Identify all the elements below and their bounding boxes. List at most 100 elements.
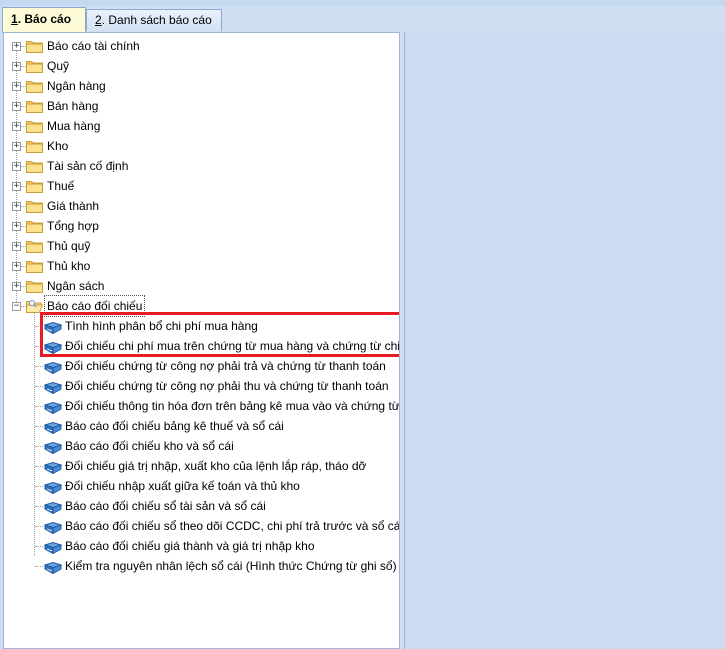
report-item[interactable]: Báo cáo đối chiếu kho và sổ cái bbox=[4, 436, 399, 456]
tree-folder[interactable]: + Báo cáo tài chính bbox=[4, 36, 399, 56]
report-item[interactable]: Đối chiếu giá trị nhập, xuất kho của lện… bbox=[4, 456, 399, 476]
tree-branch-line bbox=[35, 406, 43, 407]
tree-folder[interactable]: + Tài sản cố định bbox=[4, 156, 399, 176]
tree-folder[interactable]: + Mua hàng bbox=[4, 116, 399, 136]
tree-folder-label: Bán hàng bbox=[47, 99, 99, 113]
tree-branch-line bbox=[35, 326, 43, 327]
report-item-label: Báo cáo đối chiếu sổ tài sản và sổ cái bbox=[65, 499, 266, 513]
expand-icon[interactable]: + bbox=[12, 82, 21, 91]
expand-icon[interactable]: + bbox=[12, 122, 21, 131]
report-book-icon bbox=[43, 440, 63, 455]
tree-folder-label: Ngân hàng bbox=[47, 79, 106, 93]
expand-icon[interactable]: + bbox=[12, 222, 21, 231]
tree-folder-label: Thủ quỹ bbox=[47, 239, 91, 253]
tab-bao-cao-label: . Báo cáo bbox=[17, 12, 72, 26]
tree-branch-line bbox=[35, 446, 43, 447]
report-item[interactable]: Đối chiếu chi phí mua trên chứng từ mua … bbox=[4, 336, 399, 356]
folder-icon bbox=[26, 59, 43, 73]
tree-branch-line bbox=[35, 426, 43, 427]
tree-branch-line bbox=[35, 486, 43, 487]
report-item[interactable]: Báo cáo đối chiếu sổ tài sản và sổ cái bbox=[4, 496, 399, 516]
report-item[interactable]: Báo cáo đối chiếu giá thành và giá trị n… bbox=[4, 536, 399, 556]
report-item-label: Báo cáo đối chiếu giá thành và giá trị n… bbox=[65, 539, 315, 553]
report-item-label: Kiểm tra nguyên nhân lệch sổ cái (Hình t… bbox=[65, 559, 397, 573]
folder-icon bbox=[26, 179, 43, 193]
report-book-icon bbox=[43, 400, 63, 415]
folder-icon bbox=[26, 139, 43, 153]
folder-icon bbox=[26, 219, 43, 233]
collapse-icon[interactable]: − bbox=[12, 302, 21, 311]
tree-folder[interactable]: + Thủ quỹ bbox=[4, 236, 399, 256]
folder-icon bbox=[26, 199, 43, 213]
expand-icon[interactable]: + bbox=[12, 182, 21, 191]
tree-folder-open[interactable]: − Báo cáo đối chiếu bbox=[4, 295, 399, 317]
report-item[interactable]: Đối chiếu chứng từ công nợ phải thu và c… bbox=[4, 376, 399, 396]
report-book-icon bbox=[43, 460, 63, 475]
tree-branch-line bbox=[35, 346, 43, 347]
tab-danh-sach-bao-cao[interactable]: 2. Danh sách báo cáo bbox=[86, 9, 222, 31]
folder-icon bbox=[26, 119, 43, 133]
expand-icon[interactable]: + bbox=[12, 282, 21, 291]
report-book-icon bbox=[43, 500, 63, 515]
tree-folder-label: Tổng hợp bbox=[47, 219, 99, 233]
tree-folder[interactable]: + Thủ kho bbox=[4, 256, 399, 276]
report-item-label: Đối chiếu giá trị nhập, xuất kho của lện… bbox=[65, 459, 367, 473]
tree-folder[interactable]: + Quỹ bbox=[4, 56, 399, 76]
tree-folder[interactable]: + Giá thành bbox=[4, 196, 399, 216]
tree-folder-label: Thủ kho bbox=[47, 259, 91, 273]
folder-open-icon bbox=[26, 299, 44, 313]
report-preview-panel bbox=[404, 32, 725, 649]
expand-icon[interactable]: + bbox=[12, 62, 21, 71]
tree-branch-line bbox=[35, 566, 43, 567]
tree-branch-line bbox=[35, 526, 43, 527]
expand-icon[interactable]: + bbox=[12, 162, 21, 171]
tree-folder-label: Tài sản cố định bbox=[47, 159, 129, 173]
tree-folder[interactable]: + Thuế bbox=[4, 176, 399, 196]
folder-icon bbox=[26, 239, 43, 253]
report-book-icon bbox=[43, 420, 63, 435]
expand-icon[interactable]: + bbox=[12, 102, 21, 111]
tree-branch-line bbox=[35, 386, 43, 387]
tree-folder[interactable]: + Bán hàng bbox=[4, 96, 399, 116]
tree-branch-line bbox=[35, 506, 43, 507]
report-item-label: Báo cáo đối chiếu kho và sổ cái bbox=[65, 439, 234, 453]
tree-folder[interactable]: + Tổng hợp bbox=[4, 216, 399, 236]
expand-icon[interactable]: + bbox=[12, 242, 21, 251]
tree-branch-line bbox=[35, 466, 43, 467]
tree-folder-label: Ngân sách bbox=[47, 279, 105, 293]
report-item[interactable]: Kiểm tra nguyên nhân lệch sổ cái (Hình t… bbox=[4, 556, 399, 576]
report-item-label: Báo cáo đối chiếu bảng kê thuế và sổ cái bbox=[65, 419, 284, 433]
tree-folder-label: Báo cáo tài chính bbox=[47, 39, 140, 53]
report-item-label: Đối chiếu nhập xuất giữa kế toán và thủ … bbox=[65, 479, 300, 493]
tree-folder[interactable]: + Kho bbox=[4, 136, 399, 156]
folder-icon bbox=[26, 159, 43, 173]
report-tree[interactable]: + Báo cáo tài chính + Quỹ + Ngân hàng + Bán hàn… bbox=[3, 32, 400, 649]
tree-folder[interactable]: + Ngân hàng bbox=[4, 76, 399, 96]
folder-icon bbox=[26, 259, 43, 273]
report-item[interactable]: Đối chiếu chứng từ công nợ phải trả và c… bbox=[4, 356, 399, 376]
expand-icon[interactable]: + bbox=[12, 142, 21, 151]
report-book-icon bbox=[43, 560, 63, 575]
report-item[interactable]: Báo cáo đối chiếu bảng kê thuế và sổ cái bbox=[4, 416, 399, 436]
report-item[interactable]: Đối chiếu nhập xuất giữa kế toán và thủ … bbox=[4, 476, 399, 496]
report-book-icon bbox=[43, 360, 63, 375]
report-item[interactable]: Đối chiếu thông tin hóa đơn trên bảng kê… bbox=[4, 396, 399, 416]
tree-branch-line bbox=[35, 546, 43, 547]
report-item-label: Đối chiếu chứng từ công nợ phải thu và c… bbox=[65, 379, 389, 393]
report-item[interactable]: Báo cáo đối chiếu sổ theo dõi CCDC, chi … bbox=[4, 516, 399, 536]
report-item-label: Báo cáo đối chiếu sổ theo dõi CCDC, chi … bbox=[65, 519, 400, 533]
report-book-icon bbox=[43, 380, 63, 395]
report-item[interactable]: Tình hình phân bổ chi phí mua hàng bbox=[4, 316, 399, 336]
folder-icon bbox=[26, 79, 43, 93]
report-book-icon bbox=[43, 320, 63, 335]
report-book-icon bbox=[43, 340, 63, 355]
expand-icon[interactable]: + bbox=[12, 42, 21, 51]
tree-folder[interactable]: + Ngân sách bbox=[4, 276, 399, 296]
expand-icon[interactable]: + bbox=[12, 262, 21, 271]
report-book-icon bbox=[43, 540, 63, 555]
tab-bao-cao[interactable]: 1. Báo cáo bbox=[2, 7, 86, 33]
tree-folder-label: Giá thành bbox=[47, 199, 100, 213]
tree-folder-label: Kho bbox=[47, 139, 69, 153]
tab-bao-cao-key: 1 bbox=[11, 12, 18, 26]
expand-icon[interactable]: + bbox=[12, 202, 21, 211]
